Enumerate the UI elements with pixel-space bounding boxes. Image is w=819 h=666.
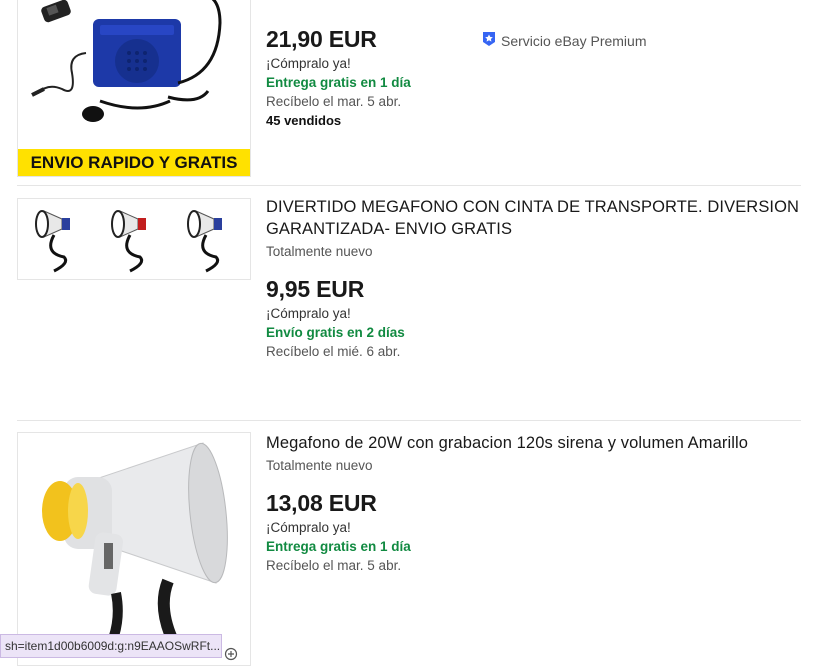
shipping-info: Entrega gratis en 1 día — [266, 75, 411, 90]
buy-now-label: ¡Cómpralo ya! — [266, 520, 351, 535]
premium-service-label: Servicio eBay Premium — [501, 32, 647, 49]
yellow-megaphone-image — [42, 442, 228, 654]
shipping-info: Envío gratis en 2 días — [266, 325, 405, 340]
listing-info: DIVERTIDO MEGAFONO CON CINTA DE TRANSPOR… — [266, 196, 806, 359]
item-condition: Totalmente nuevo — [266, 244, 373, 259]
item-condition: Totalmente nuevo — [266, 458, 373, 473]
premium-service-badge: Servicio eBay Premium — [481, 31, 647, 50]
listing-info: Megafono de 20W con grabacion 120s siren… — [266, 432, 806, 573]
megaphone-trio-image — [35, 210, 222, 273]
listing-image[interactable]: ENVIO RAPIDO Y GRATIS — [17, 0, 251, 177]
sold-count: 45 vendidos — [266, 113, 342, 128]
zoom-in-icon[interactable] — [224, 647, 238, 666]
buy-now-label: ¡Cómpralo ya! — [266, 306, 351, 321]
delivery-date: Recíbelo el mar. 5 abr. — [266, 94, 402, 109]
ebay-premium-badge-icon — [481, 31, 497, 50]
delivery-date: Recíbelo el mar. 5 abr. — [266, 558, 402, 573]
listing-price: 13,08 EUR — [266, 490, 377, 516]
buy-now-label: ¡Cómpralo ya! — [266, 56, 351, 71]
listing-image[interactable] — [17, 198, 251, 280]
delivery-date: Recíbelo el mié. 6 abr. — [266, 344, 401, 359]
listing-title-link[interactable]: Megafono de 20W con grabacion 120s siren… — [266, 432, 806, 454]
listing-title-link[interactable]: DIVERTIDO MEGAFONO CON CINTA DE TRANSPOR… — [266, 196, 806, 240]
listing-item: ENVIO RAPIDO Y GRATIS 21,90 EUR ¡Cómpral… — [0, 0, 819, 185]
listing-item: Megafono de 20W con grabacion 120s siren… — [0, 421, 819, 666]
listing-price: 9,95 EUR — [266, 276, 365, 302]
listing-item: DIVERTIDO MEGAFONO CON CINTA DE TRANSPOR… — [0, 186, 819, 420]
listing-image[interactable] — [17, 432, 251, 666]
listing-image-banner: ENVIO RAPIDO Y GRATIS — [18, 149, 250, 176]
status-bar-url: sh=item1d00b6009d:g:n9EAAOSwRFt... — [0, 634, 222, 658]
voice-amplifier-image — [31, 0, 222, 122]
shipping-info: Entrega gratis en 1 día — [266, 539, 411, 554]
